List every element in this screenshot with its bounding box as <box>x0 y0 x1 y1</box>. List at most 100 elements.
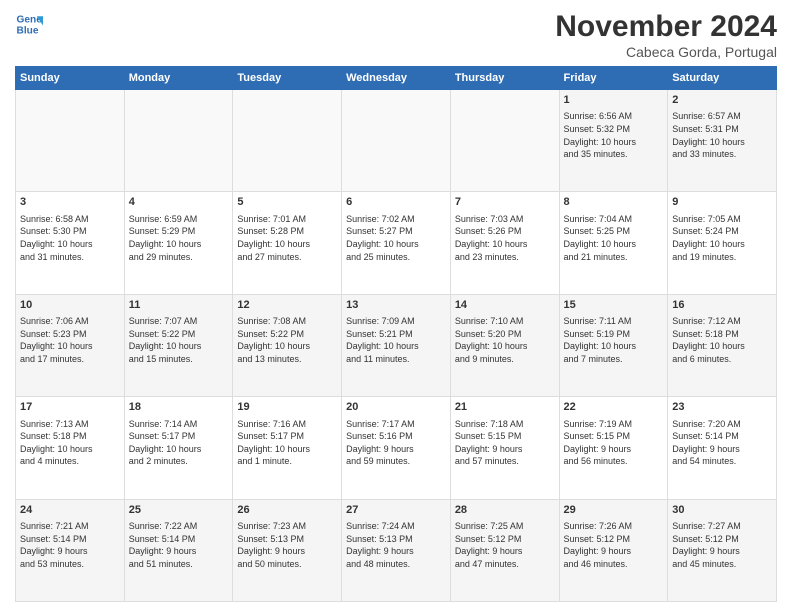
table-cell <box>124 90 233 192</box>
table-cell: 21Sunrise: 7:18 AMSunset: 5:15 PMDayligh… <box>450 397 559 499</box>
day-number: 15 <box>564 298 664 313</box>
table-cell: 16Sunrise: 7:12 AMSunset: 5:18 PMDayligh… <box>668 294 777 396</box>
day-info: Sunset: 5:30 PM <box>20 225 120 238</box>
day-number: 28 <box>455 503 555 518</box>
week-row-1: 3Sunrise: 6:58 AMSunset: 5:30 PMDaylight… <box>16 192 777 294</box>
day-info: and 35 minutes. <box>564 148 664 161</box>
day-info: Sunset: 5:26 PM <box>455 225 555 238</box>
day-info: Sunrise: 7:02 AM <box>346 213 446 226</box>
header-row: Sunday Monday Tuesday Wednesday Thursday… <box>16 67 777 90</box>
title-block: November 2024 Cabeca Gorda, Portugal <box>555 10 777 60</box>
day-number: 17 <box>20 400 120 415</box>
table-cell: 11Sunrise: 7:07 AMSunset: 5:22 PMDayligh… <box>124 294 233 396</box>
day-info: and 23 minutes. <box>455 251 555 264</box>
day-info: Sunset: 5:12 PM <box>672 533 772 546</box>
day-info: and 25 minutes. <box>346 251 446 264</box>
day-number: 25 <box>129 503 229 518</box>
day-info: Daylight: 9 hours <box>346 443 446 456</box>
day-info: Sunset: 5:18 PM <box>672 328 772 341</box>
table-cell: 30Sunrise: 7:27 AMSunset: 5:12 PMDayligh… <box>668 499 777 601</box>
day-info: Daylight: 10 hours <box>20 238 120 251</box>
day-info: Sunset: 5:14 PM <box>129 533 229 546</box>
day-info: Daylight: 10 hours <box>129 443 229 456</box>
table-cell: 3Sunrise: 6:58 AMSunset: 5:30 PMDaylight… <box>16 192 125 294</box>
day-info: Sunset: 5:13 PM <box>237 533 337 546</box>
svg-text:General: General <box>17 14 43 25</box>
day-number: 7 <box>455 195 555 210</box>
table-cell: 2Sunrise: 6:57 AMSunset: 5:31 PMDaylight… <box>668 90 777 192</box>
day-info: Sunset: 5:21 PM <box>346 328 446 341</box>
day-info: Sunset: 5:20 PM <box>455 328 555 341</box>
day-number: 5 <box>237 195 337 210</box>
day-info: Sunset: 5:28 PM <box>237 225 337 238</box>
day-info: Sunrise: 7:19 AM <box>564 418 664 431</box>
day-info: Sunrise: 7:26 AM <box>564 520 664 533</box>
day-info: and 57 minutes. <box>455 455 555 468</box>
day-info: and 11 minutes. <box>346 353 446 366</box>
day-info: and 1 minute. <box>237 455 337 468</box>
table-cell: 1Sunrise: 6:56 AMSunset: 5:32 PMDaylight… <box>559 90 668 192</box>
table-cell: 28Sunrise: 7:25 AMSunset: 5:12 PMDayligh… <box>450 499 559 601</box>
day-info: Daylight: 10 hours <box>564 136 664 149</box>
day-info: Sunrise: 7:24 AM <box>346 520 446 533</box>
day-info: Sunset: 5:15 PM <box>564 430 664 443</box>
day-number: 22 <box>564 400 664 415</box>
day-info: and 48 minutes. <box>346 558 446 571</box>
day-number: 14 <box>455 298 555 313</box>
day-info: Sunrise: 7:13 AM <box>20 418 120 431</box>
table-cell: 10Sunrise: 7:06 AMSunset: 5:23 PMDayligh… <box>16 294 125 396</box>
week-row-2: 10Sunrise: 7:06 AMSunset: 5:23 PMDayligh… <box>16 294 777 396</box>
day-info: Daylight: 9 hours <box>455 545 555 558</box>
day-info: Sunset: 5:23 PM <box>20 328 120 341</box>
day-info: Sunset: 5:22 PM <box>129 328 229 341</box>
logo-icon: General Blue <box>15 10 43 38</box>
day-number: 4 <box>129 195 229 210</box>
col-thursday: Thursday <box>450 67 559 90</box>
table-cell: 18Sunrise: 7:14 AMSunset: 5:17 PMDayligh… <box>124 397 233 499</box>
day-number: 1 <box>564 93 664 108</box>
day-info: Sunrise: 6:58 AM <box>20 213 120 226</box>
day-info: Daylight: 10 hours <box>455 340 555 353</box>
table-cell: 12Sunrise: 7:08 AMSunset: 5:22 PMDayligh… <box>233 294 342 396</box>
month-title: November 2024 <box>555 10 777 44</box>
day-info: Daylight: 10 hours <box>129 238 229 251</box>
day-info: and 45 minutes. <box>672 558 772 571</box>
col-saturday: Saturday <box>668 67 777 90</box>
day-info: Daylight: 10 hours <box>237 238 337 251</box>
day-info: Daylight: 10 hours <box>129 340 229 353</box>
day-number: 20 <box>346 400 446 415</box>
col-friday: Friday <box>559 67 668 90</box>
day-info: Sunrise: 6:59 AM <box>129 213 229 226</box>
day-info: Sunrise: 7:18 AM <box>455 418 555 431</box>
day-info: and 17 minutes. <box>20 353 120 366</box>
day-info: Daylight: 10 hours <box>20 340 120 353</box>
week-row-0: 1Sunrise: 6:56 AMSunset: 5:32 PMDaylight… <box>16 90 777 192</box>
day-info: Sunset: 5:22 PM <box>237 328 337 341</box>
table-cell: 8Sunrise: 7:04 AMSunset: 5:25 PMDaylight… <box>559 192 668 294</box>
day-info: Daylight: 9 hours <box>129 545 229 558</box>
location: Cabeca Gorda, Portugal <box>555 44 777 60</box>
day-number: 9 <box>672 195 772 210</box>
day-info: Daylight: 10 hours <box>346 238 446 251</box>
day-info: Sunrise: 6:56 AM <box>564 110 664 123</box>
day-number: 6 <box>346 195 446 210</box>
logo: General Blue <box>15 10 43 38</box>
table-cell: 4Sunrise: 6:59 AMSunset: 5:29 PMDaylight… <box>124 192 233 294</box>
day-info: Sunrise: 7:14 AM <box>129 418 229 431</box>
day-info: Daylight: 9 hours <box>237 545 337 558</box>
day-info: Sunrise: 7:05 AM <box>672 213 772 226</box>
day-info: Daylight: 9 hours <box>20 545 120 558</box>
day-info: Sunset: 5:27 PM <box>346 225 446 238</box>
day-info: Sunrise: 7:09 AM <box>346 315 446 328</box>
day-info: and 2 minutes. <box>129 455 229 468</box>
table-cell: 29Sunrise: 7:26 AMSunset: 5:12 PMDayligh… <box>559 499 668 601</box>
table-cell: 24Sunrise: 7:21 AMSunset: 5:14 PMDayligh… <box>16 499 125 601</box>
day-info: Daylight: 9 hours <box>564 443 664 456</box>
day-info: Sunrise: 7:16 AM <box>237 418 337 431</box>
day-info: Sunrise: 7:23 AM <box>237 520 337 533</box>
day-info: and 50 minutes. <box>237 558 337 571</box>
day-info: Sunrise: 7:21 AM <box>20 520 120 533</box>
day-info: and 6 minutes. <box>672 353 772 366</box>
day-info: Daylight: 9 hours <box>564 545 664 558</box>
day-number: 30 <box>672 503 772 518</box>
